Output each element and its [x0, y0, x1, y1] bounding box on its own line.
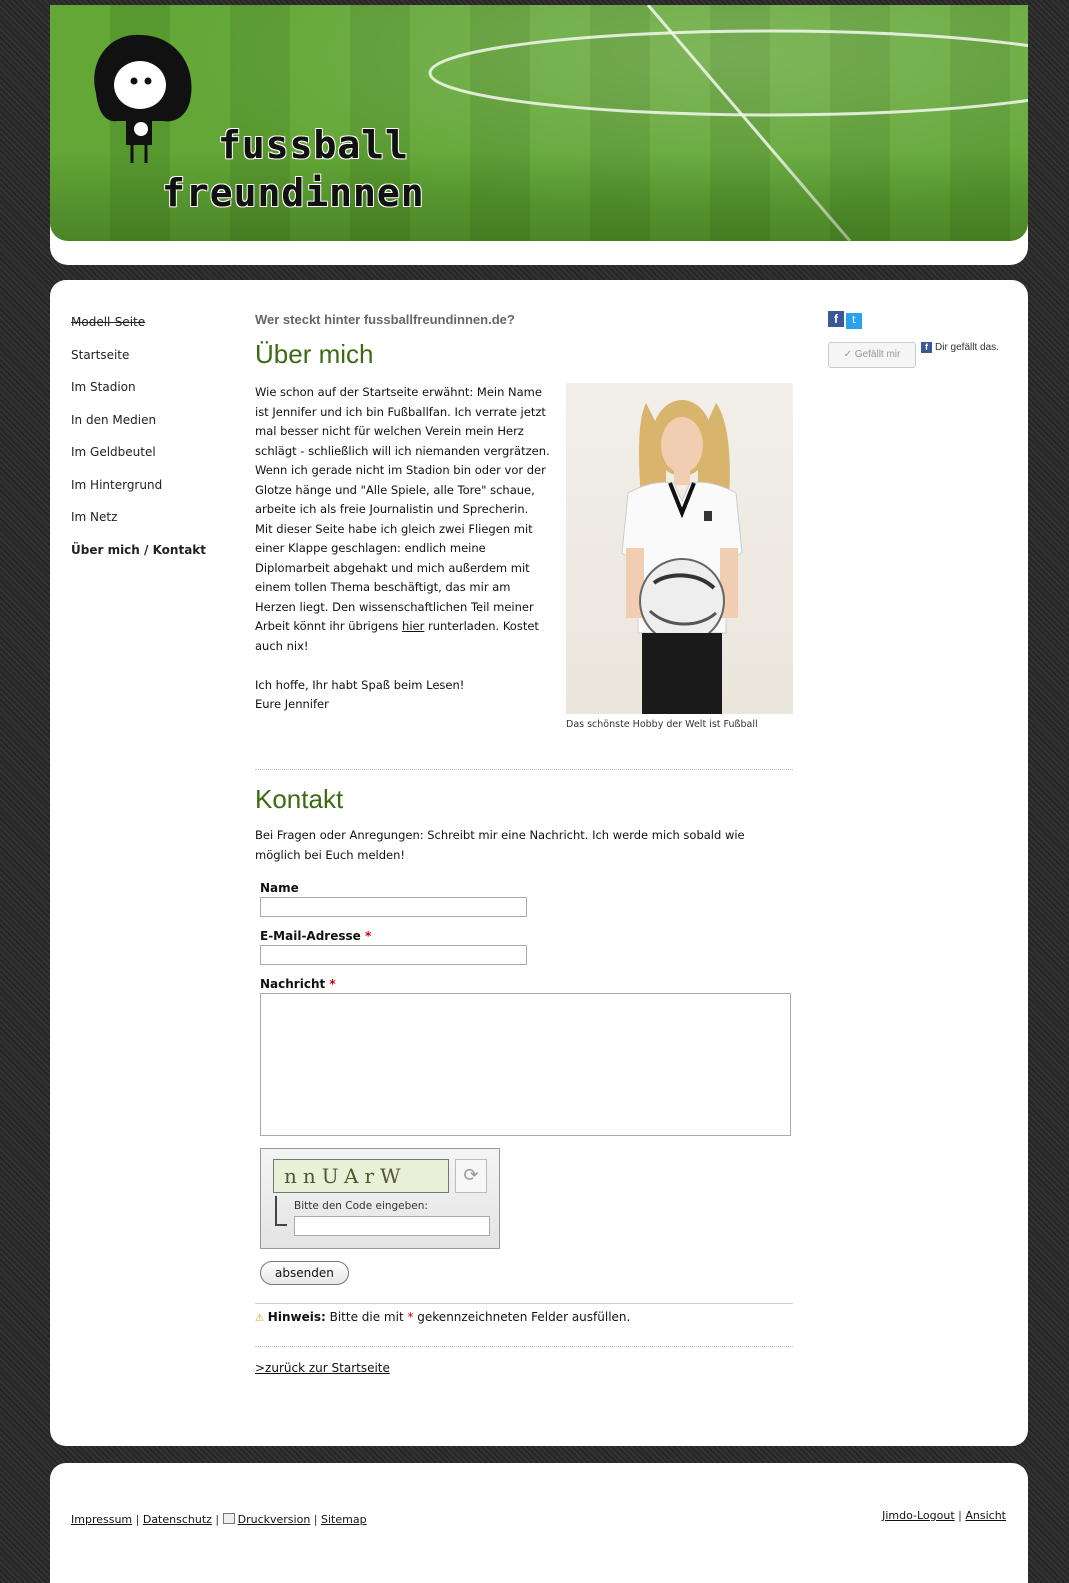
- email-input[interactable]: [260, 945, 527, 965]
- contact-form: Name E-Mail-Adresse * Nachricht * nnUArW…: [260, 881, 793, 1285]
- kontakt-intro: Bei Fragen oder Anregungen: Schreibt mir…: [255, 828, 745, 862]
- captcha-label: Bitte den Code eingeben:: [294, 1200, 428, 1212]
- about-paragraph-2-text: Mit dieser Seite habe ich gleich zwei Fl…: [255, 521, 534, 634]
- logo-line-1: fussball: [218, 123, 410, 167]
- hint-label: Hinweis:: [267, 1310, 326, 1324]
- footer-admin-links: Jimdo-Logout | Ansicht: [882, 1509, 1006, 1522]
- site-logo[interactable]: fussball freundinnen: [78, 23, 424, 223]
- facebook-small-icon: f: [921, 342, 932, 353]
- footer-separator: |: [310, 1513, 321, 1526]
- section-divider: [255, 769, 793, 770]
- woman-with-football-image: [621, 400, 743, 714]
- twitter-icon[interactable]: t: [846, 313, 862, 329]
- nav-item-im-hintergrund[interactable]: Im Hintergrund: [71, 477, 241, 510]
- about-paragraph-2: Mit dieser Seite habe ich gleich zwei Fl…: [255, 520, 551, 657]
- captcha-arrow-icon: [275, 1196, 287, 1226]
- about-paragraph-3: Ich hoffe, Ihr habt Spaß beim Lesen!: [255, 677, 465, 692]
- druckversion-link[interactable]: Druckversion: [238, 1513, 311, 1526]
- hint-text-end: gekennzeichneten Felder ausfüllen.: [413, 1310, 631, 1324]
- page-subheading: Wer steckt hinter fussballfreundinnen.de…: [255, 312, 515, 327]
- footer-separator: |: [954, 1509, 966, 1522]
- printer-icon: [222, 1513, 235, 1524]
- name-input[interactable]: [260, 897, 527, 917]
- about-heading: Über mich: [255, 339, 374, 369]
- submit-button[interactable]: absenden: [260, 1261, 349, 1285]
- footer-links: Impressum | Datenschutz | Druckversion |…: [71, 1513, 367, 1526]
- social-icons: ft: [828, 311, 862, 329]
- required-asterisk: *: [329, 977, 336, 991]
- nav-item-im-geldbeutel[interactable]: Im Geldbeutel: [71, 444, 241, 477]
- message-textarea[interactable]: [260, 993, 791, 1136]
- like-note-text: Dir gefällt das.: [935, 342, 999, 353]
- about-paragraph-1: Wie schon auf der Startseite erwähnt: Me…: [255, 385, 550, 516]
- captcha-box: nnUArW ⟳ Bitte den Code eingeben:: [260, 1148, 500, 1249]
- name-label: Name: [260, 881, 793, 895]
- nav-item-in-den-medien[interactable]: In den Medien: [71, 412, 241, 445]
- about-text: Wie schon auf der Startseite erwähnt: Me…: [255, 383, 551, 715]
- logo-girl-icon: [94, 34, 192, 163]
- captcha-image: nnUArW: [273, 1159, 449, 1193]
- nav-item-modell-seite[interactable]: Modell-Seite: [71, 314, 241, 347]
- main-panel: Modell-Seite Startseite Im Stadion In de…: [50, 280, 1028, 1446]
- back-section: >zurück zur Startseite: [255, 1346, 793, 1375]
- about-section: Wie schon auf der Startseite erwähnt: Me…: [255, 383, 793, 763]
- nav-item-im-stadion[interactable]: Im Stadion: [71, 379, 241, 412]
- email-label-text: E-Mail-Adresse: [260, 929, 361, 943]
- download-thesis-link[interactable]: hier: [402, 619, 424, 633]
- nav-item-startseite[interactable]: Startseite: [71, 347, 241, 380]
- footer-separator: |: [211, 1513, 223, 1526]
- required-hint: ⚠ Hinweis: Bitte die mit * gekennzeichne…: [255, 1303, 793, 1324]
- kontakt-heading: Kontakt: [255, 784, 344, 814]
- refresh-captcha-icon[interactable]: ⟳: [455, 1159, 487, 1193]
- about-signature: Eure Jennifer: [255, 697, 329, 711]
- sidebar-nav: Modell-Seite Startseite Im Stadion In de…: [71, 314, 241, 574]
- datenschutz-link[interactable]: Datenschutz: [143, 1513, 212, 1526]
- sitemap-link[interactable]: Sitemap: [321, 1513, 367, 1526]
- message-label-text: Nachricht: [260, 977, 326, 991]
- name-label-text: Name: [260, 881, 299, 895]
- impressum-link[interactable]: Impressum: [71, 1513, 132, 1526]
- nav-item-im-netz[interactable]: Im Netz: [71, 509, 241, 542]
- ansicht-link[interactable]: Ansicht: [965, 1509, 1006, 1522]
- content-column: Wer steckt hinter fussballfreundinnen.de…: [255, 312, 793, 1375]
- back-to-home-link[interactable]: >zurück zur Startseite: [255, 1361, 390, 1375]
- required-asterisk: *: [364, 929, 372, 943]
- message-label: Nachricht *: [260, 977, 793, 991]
- hint-text: Bitte die mit: [325, 1310, 408, 1324]
- site-header: fussball freundinnen: [50, 5, 1028, 265]
- facebook-like-note: f Dir gefällt das.: [921, 342, 1001, 354]
- logo-wordmark: fussball freundinnen: [162, 123, 424, 215]
- profile-photo: [566, 383, 793, 714]
- photo-caption: Das schönste Hobby der Welt ist Fußball: [566, 719, 758, 730]
- nav-item-ueber-mich-kontakt[interactable]: Über mich / Kontakt: [71, 542, 241, 575]
- logo-line-2: freundinnen: [162, 171, 425, 215]
- email-label: E-Mail-Adresse *: [260, 929, 793, 943]
- footer-separator: |: [132, 1513, 143, 1526]
- warning-icon: ⚠: [255, 1313, 264, 1324]
- facebook-icon[interactable]: f: [828, 311, 844, 327]
- logout-link[interactable]: Jimdo-Logout: [882, 1509, 955, 1522]
- facebook-like-button[interactable]: ✓ Gefällt mir: [828, 342, 916, 368]
- captcha-input[interactable]: [294, 1216, 490, 1236]
- site-footer: Impressum | Datenschutz | Druckversion |…: [50, 1463, 1028, 1583]
